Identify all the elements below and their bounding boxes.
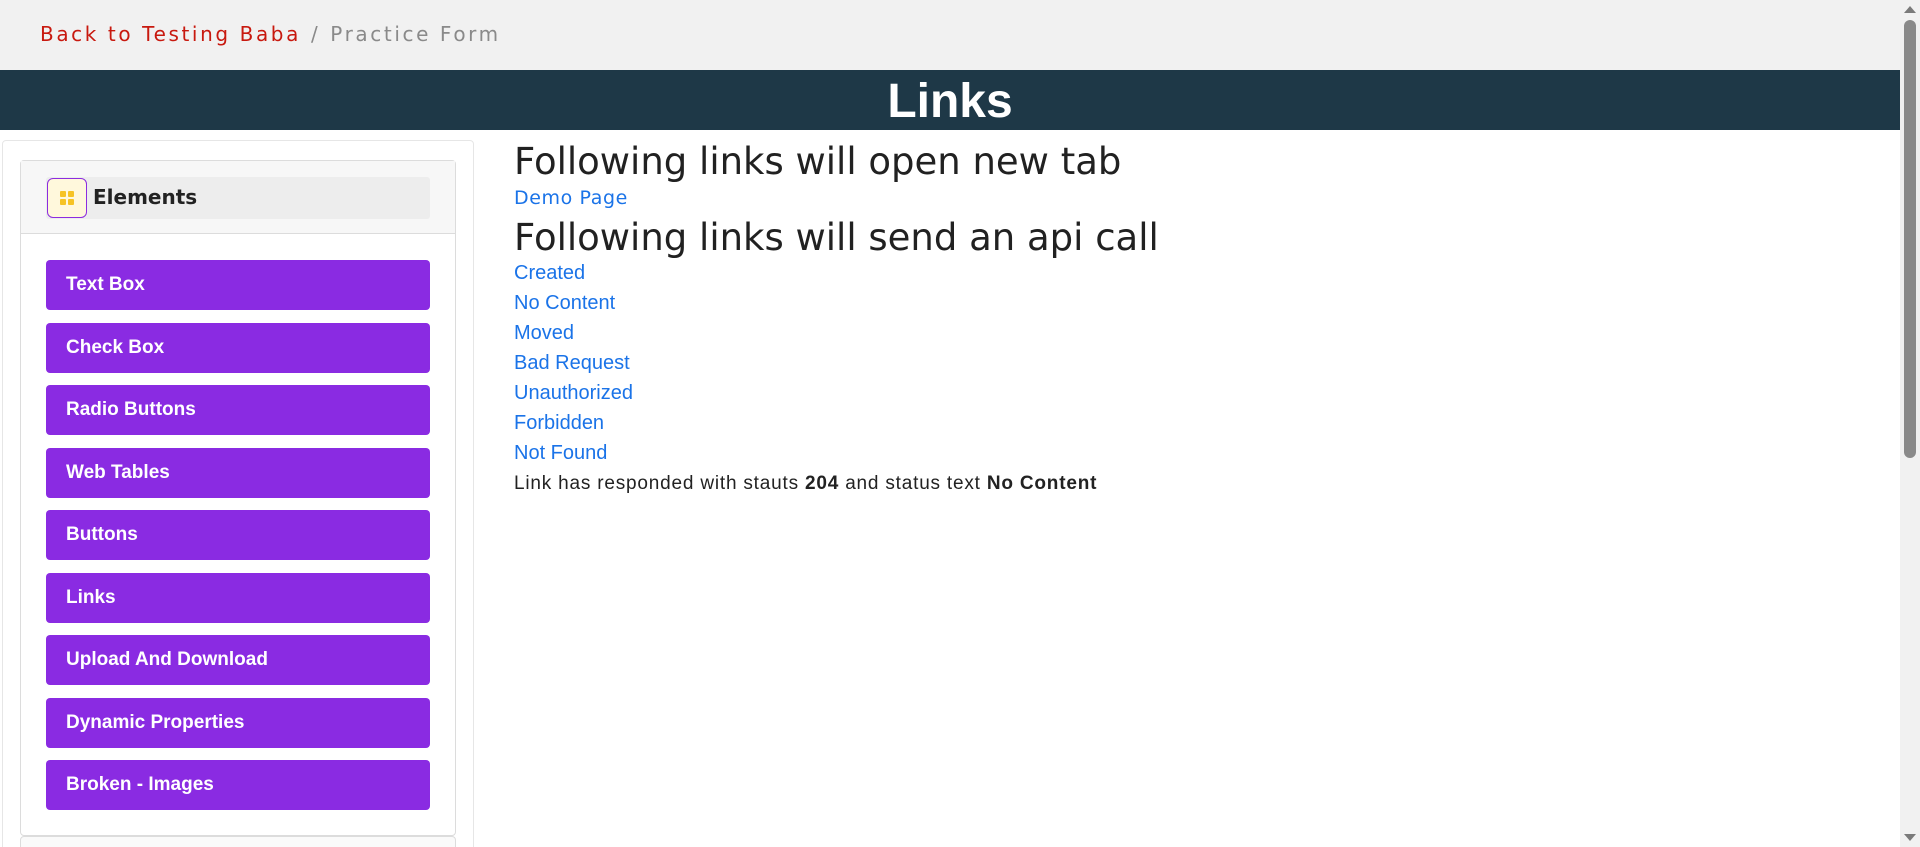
next-group-card[interactable] <box>20 836 456 847</box>
breadcrumb-separator: / <box>310 22 321 46</box>
sidebar-item-radio-buttons[interactable]: Radio Buttons <box>46 385 430 435</box>
sidebar-item-check-box[interactable]: Check Box <box>46 323 430 373</box>
page-scrollbar[interactable] <box>1900 0 1920 847</box>
new-tab-heading: Following links will open new tab <box>514 140 1122 183</box>
scroll-thumb[interactable] <box>1904 20 1916 458</box>
sidebar-item-links[interactable]: Links <box>46 573 430 623</box>
top-bar: Back to Testing Baba / Practice Form <box>0 0 1900 70</box>
created-link[interactable]: Created <box>514 262 585 285</box>
response-status-code: 204 <box>804 473 840 494</box>
page-banner: Links <box>0 70 1900 130</box>
response-status-text: No Content <box>986 473 1098 494</box>
grid-icon <box>47 178 87 218</box>
link-response-message: Link has responded with stauts 204 and s… <box>514 473 1097 495</box>
breadcrumb-current: Practice Form <box>330 22 501 46</box>
response-middle: and status text <box>845 473 981 494</box>
breadcrumb: Back to Testing Baba / Practice Form <box>40 22 501 46</box>
elements-group-title: Elements <box>93 185 198 209</box>
sidebar-item-web-tables[interactable]: Web Tables <box>46 448 430 498</box>
sidebar-item-broken-images[interactable]: Broken - Images <box>46 760 430 810</box>
page-title: Links <box>887 75 1013 128</box>
no-content-link[interactable]: No Content <box>514 292 615 315</box>
moved-link[interactable]: Moved <box>514 322 574 345</box>
response-prefix: Link has responded with stauts <box>514 473 799 494</box>
unauthorized-link[interactable]: Unauthorized <box>514 382 633 405</box>
api-call-heading: Following links will send an api call <box>514 216 1159 259</box>
scroll-up-icon[interactable] <box>1904 6 1916 13</box>
sidebar-item-dynamic-properties[interactable]: Dynamic Properties <box>46 698 430 748</box>
not-found-link[interactable]: Not Found <box>514 442 607 465</box>
sidebar-item-upload-and-download[interactable]: Upload And Download <box>46 635 430 685</box>
sidebar-item-text-box[interactable]: Text Box <box>46 260 430 310</box>
sidebar-item-buttons[interactable]: Buttons <box>46 510 430 560</box>
scroll-down-icon[interactable] <box>1904 834 1916 841</box>
bad-request-link[interactable]: Bad Request <box>514 352 630 375</box>
forbidden-link[interactable]: Forbidden <box>514 412 604 435</box>
back-to-testing-baba-link[interactable]: Back to Testing Baba <box>40 22 301 46</box>
demo-page-link[interactable]: Demo Page <box>514 187 628 209</box>
